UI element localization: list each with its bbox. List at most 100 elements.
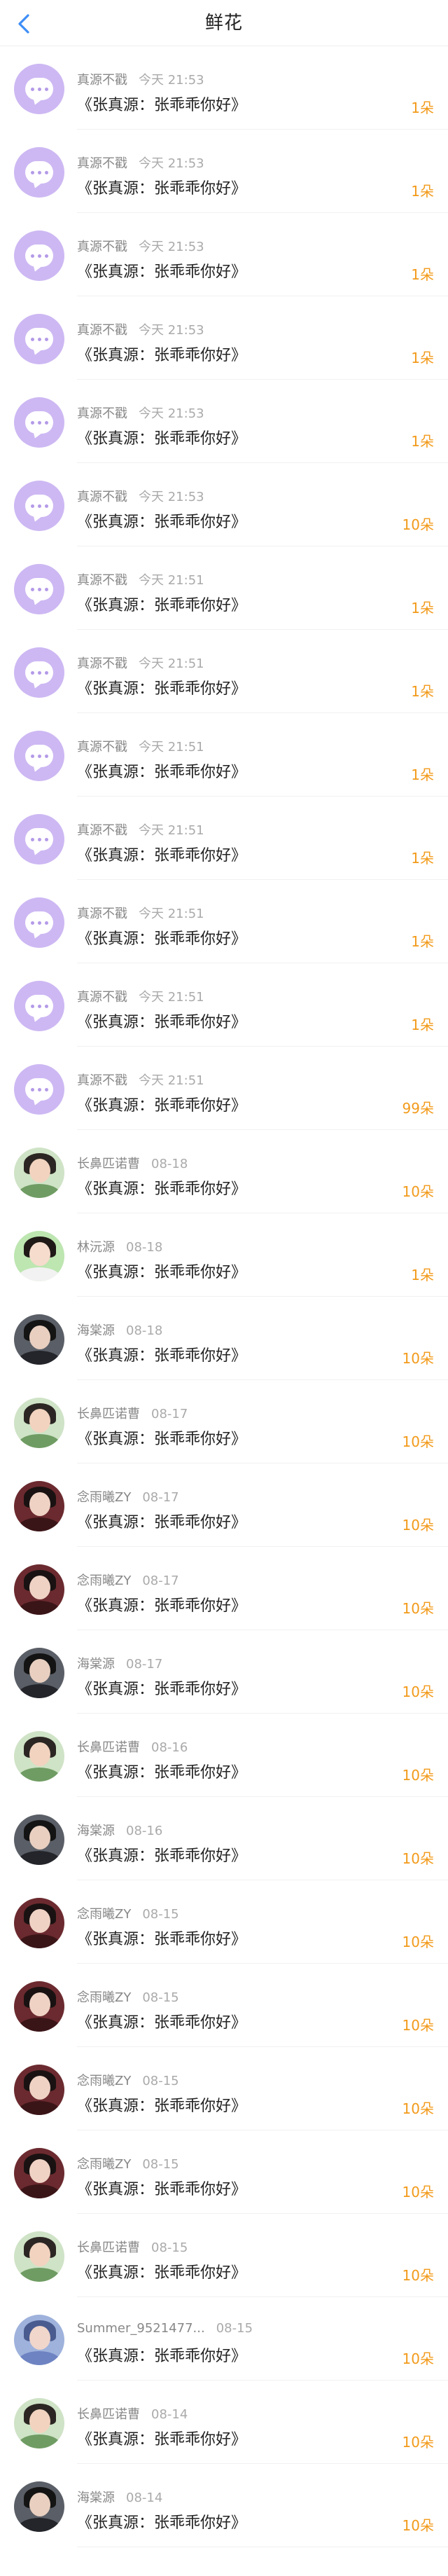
list-item[interactable]: 念雨曦ZY 08-15 《张真源：张乖乖你好》 10朵: [0, 2047, 448, 2130]
timestamp: 08-14: [151, 2407, 188, 2422]
flower-count: 10朵: [402, 2434, 434, 2451]
user-avatar[interactable]: [14, 1981, 64, 2032]
list-item[interactable]: 真源不戳 今天 21:53 《张真源：张乖乖你好》 1朵: [0, 296, 448, 380]
bubble-dot: [30, 754, 34, 758]
sender-name: 真源不戳 今天 21:53: [77, 153, 204, 172]
sender-name-text: 真源不戳: [77, 823, 127, 838]
bubble-dot: [44, 754, 48, 758]
message-text: 《张真源：张乖乖你好》: [77, 2098, 247, 2115]
user-avatar[interactable]: [14, 1148, 64, 1198]
message-text: 《张真源：张乖乖你好》: [77, 97, 247, 114]
default-avatar[interactable]: [14, 981, 64, 1031]
user-avatar[interactable]: [14, 2065, 64, 2115]
avatar-face: [29, 1242, 50, 1266]
user-avatar[interactable]: [14, 2148, 64, 2198]
list-item[interactable]: 真源不戳 今天 21:53 《张真源：张乖乖你好》 1朵: [0, 213, 448, 296]
list-item[interactable]: 真源不戳 今天 21:51 《张真源：张乖乖你好》 1朵: [0, 963, 448, 1047]
message-text: 《张真源：张乖乖你好》: [77, 597, 247, 614]
sender-name-text: 长鼻匹诺曹: [77, 2407, 140, 2422]
default-avatar[interactable]: [14, 814, 64, 865]
sender-name-text: 海棠源: [77, 1657, 115, 1672]
timestamp: 今天 21:53: [139, 240, 204, 254]
user-avatar[interactable]: [14, 2231, 64, 2282]
list-item[interactable]: 海棠源 08-16 《张真源：张乖乖你好》 10朵: [0, 1797, 448, 1880]
default-avatar[interactable]: [14, 397, 64, 448]
default-avatar[interactable]: [14, 564, 64, 614]
sender-name-text: 真源不戳: [77, 990, 127, 1005]
bubble-dot: [30, 1087, 34, 1091]
user-avatar[interactable]: [14, 1731, 64, 1782]
user-avatar[interactable]: [14, 1814, 64, 1865]
list-item[interactable]: 真源不戳 今天 21:51 《张真源：张乖乖你好》 1朵: [0, 797, 448, 880]
navbar: 鲜花: [0, 0, 448, 46]
avatar-body: [17, 2518, 62, 2532]
list-item[interactable]: 海棠源 08-17 《张真源：张乖乖你好》 10朵: [0, 1630, 448, 1714]
message-text: 《张真源：张乖乖你好》: [77, 263, 247, 281]
list-item[interactable]: 念雨曦ZY 08-17 《张真源：张乖乖你好》 10朵: [0, 1463, 448, 1547]
sender-name: 念雨曦ZY 08-15: [77, 2154, 179, 2172]
default-avatar[interactable]: [14, 731, 64, 781]
list-item[interactable]: 真源不戳 今天 21:51 《张真源：张乖乖你好》 1朵: [0, 880, 448, 963]
user-avatar[interactable]: [14, 1564, 64, 1615]
message-text: 《张真源：张乖乖你好》: [77, 347, 247, 364]
list-item[interactable]: 念雨曦ZY 08-15 《张真源：张乖乖你好》 10朵: [0, 2130, 448, 2214]
user-avatar[interactable]: [14, 1231, 64, 1281]
timestamp: 08-15: [142, 1907, 179, 1922]
avatar-body: [17, 1351, 62, 1365]
avatar-face: [29, 1409, 50, 1433]
list-item[interactable]: 真源不戳 今天 21:51 《张真源：张乖乖你好》 1朵: [0, 546, 448, 630]
default-avatar[interactable]: [14, 481, 64, 531]
flower-count: 1朵: [411, 600, 434, 617]
bubble-dot: [30, 587, 34, 591]
user-avatar[interactable]: [14, 1481, 64, 1531]
message-text: 《张真源：张乖乖你好》: [77, 1764, 247, 1782]
bubble-dot: [37, 87, 41, 91]
list-item[interactable]: 长鼻匹诺曹 08-17 《张真源：张乖乖你好》 10朵: [0, 1380, 448, 1463]
user-avatar[interactable]: [14, 2315, 64, 2365]
list-item[interactable]: 海棠源 08-14 《张真源：张乖乖你好》 10朵: [0, 2464, 448, 2547]
list-item[interactable]: 真源不戳 今天 21:53 《张真源：张乖乖你好》 1朵: [0, 130, 448, 213]
user-avatar[interactable]: [14, 2481, 64, 2532]
user-avatar[interactable]: [14, 1314, 64, 1365]
list-item[interactable]: 长鼻匹诺曹 08-18 《张真源：张乖乖你好》 10朵: [0, 1130, 448, 1213]
user-avatar[interactable]: [14, 2398, 64, 2448]
chat-bubble-icon: [25, 161, 53, 184]
default-avatar[interactable]: [14, 230, 64, 281]
user-avatar[interactable]: [14, 1648, 64, 1698]
list-item[interactable]: Summer_9521477... 08-15 《张真源：张乖乖你好》 10朵: [0, 2297, 448, 2381]
bubble-dot: [37, 1004, 41, 1008]
message-text: 《张真源：张乖乖你好》: [77, 1514, 247, 1531]
list-item[interactable]: 真源不戳 今天 21:53 《张真源：张乖乖你好》 1朵: [0, 46, 448, 130]
user-avatar[interactable]: [14, 1398, 64, 1448]
default-avatar[interactable]: [14, 314, 64, 364]
sender-name: 海棠源 08-17: [77, 1654, 162, 1672]
list-item[interactable]: 真源不戳 今天 21:51 《张真源：张乖乖你好》 1朵: [0, 713, 448, 797]
user-avatar[interactable]: [14, 1898, 64, 1948]
list-item[interactable]: 海棠源 08-18 《张真源：张乖乖你好》 10朵: [0, 1297, 448, 1380]
list-item[interactable]: 真源不戳 今天 21:53 《张真源：张乖乖你好》 10朵: [0, 463, 448, 546]
sender-name: 长鼻匹诺曹 08-16: [77, 1737, 188, 1756]
list-item[interactable]: 真源不戳 今天 21:53 《张真源：张乖乖你好》 1朵: [0, 380, 448, 463]
default-avatar[interactable]: [14, 897, 64, 948]
list-item[interactable]: 长鼻匹诺曹 08-14 《张真源：张乖乖你好》 10朵: [0, 2381, 448, 2464]
timestamp: 08-17: [151, 1407, 188, 1421]
message-text: 《张真源：张乖乖你好》: [77, 1681, 247, 1698]
list-item[interactable]: 念雨曦ZY 08-17 《张真源：张乖乖你好》 10朵: [0, 1547, 448, 1630]
list-item[interactable]: 真源不戳 今天 21:51 《张真源：张乖乖你好》 99朵: [0, 1047, 448, 1130]
timestamp: 08-18: [126, 1323, 163, 1338]
list-item[interactable]: 长鼻匹诺曹 08-15 《张真源：张乖乖你好》 10朵: [0, 2214, 448, 2297]
list-item[interactable]: 林沅源 08-18 《张真源：张乖乖你好》 1朵: [0, 1213, 448, 1297]
list-item[interactable]: 念雨曦ZY 08-15 《张真源：张乖乖你好》 10朵: [0, 1880, 448, 1964]
default-avatar[interactable]: [14, 647, 64, 698]
message-text: 《张真源：张乖乖你好》: [77, 1931, 247, 1948]
list-item[interactable]: 长鼻匹诺曹 08-16 《张真源：张乖乖你好》 10朵: [0, 1714, 448, 1797]
list-item[interactable]: 念雨曦ZY 08-15 《张真源：张乖乖你好》 10朵: [0, 1964, 448, 2047]
default-avatar[interactable]: [14, 64, 64, 114]
list-item[interactable]: 真源不戳 今天 21:51 《张真源：张乖乖你好》 1朵: [0, 630, 448, 713]
default-avatar[interactable]: [14, 1064, 64, 1115]
avatar-face: [29, 2326, 50, 2350]
bubble-dot: [30, 254, 34, 258]
timestamp: 今天 21:51: [139, 573, 204, 588]
default-avatar[interactable]: [14, 147, 64, 198]
bubble-dot: [44, 170, 48, 174]
